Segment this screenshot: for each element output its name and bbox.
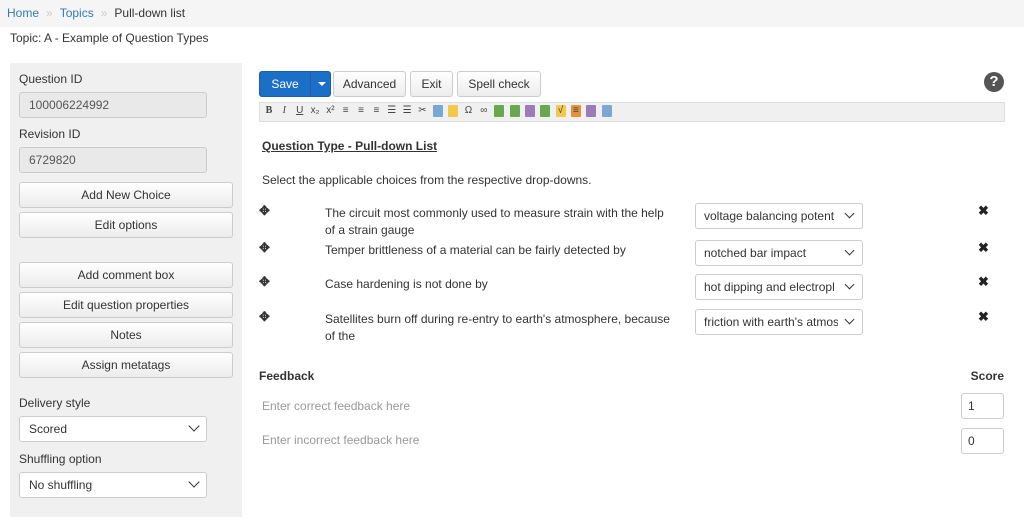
align-right-icon[interactable]: ≡ — [371, 105, 381, 117]
assign-metatags-button[interactable]: Assign metatags — [19, 352, 233, 378]
question-instruction: Select the applicable choices from the r… — [262, 173, 592, 187]
revision-id-label: Revision ID — [19, 127, 81, 141]
special-character-icon[interactable]: Ω — [463, 105, 473, 117]
paste-icon[interactable] — [448, 105, 459, 117]
choice-text: The circuit most commonly used to measur… — [325, 206, 664, 237]
chevron-down-icon — [188, 420, 200, 432]
caret-down-icon — [318, 82, 326, 86]
delete-choice-icon[interactable]: ✖ — [978, 203, 989, 219]
delete-choice-icon[interactable]: ✖ — [978, 309, 989, 325]
chevron-down-icon — [844, 245, 855, 256]
link-icon[interactable]: ∞ — [479, 105, 489, 117]
breadcrumb-home-link[interactable]: Home — [7, 6, 39, 20]
drag-handle-icon[interactable]: ✥ — [259, 309, 270, 325]
advanced-button[interactable]: Advanced — [333, 71, 406, 97]
breadcrumb-current: Pull-down list — [114, 6, 186, 20]
question-type-title: Question Type - Pull-down List — [262, 139, 438, 153]
image-icon[interactable] — [494, 105, 505, 117]
delivery-style-label: Delivery style — [19, 396, 91, 410]
superscript-icon[interactable]: x² — [325, 105, 335, 117]
media-icon[interactable] — [540, 105, 551, 117]
rich-text-toolbar: B I U x₂ x² ≡ ≡ ≡ ☰ ☰ ✂ Ω ∞ √ ≡ — [259, 102, 1005, 122]
fill-blank-icon[interactable]: ≡ — [570, 105, 581, 117]
breadcrumb-topics-link[interactable]: Topics — [60, 6, 94, 20]
insert-object-icon[interactable] — [586, 105, 597, 117]
equation-icon[interactable]: √ — [555, 105, 566, 117]
keyboard-icon[interactable] — [601, 105, 612, 117]
save-button-label: Save — [271, 77, 299, 91]
bold-icon[interactable]: B — [264, 105, 274, 117]
answer-dropdown[interactable]: voltage balancing potent — [695, 203, 863, 229]
question-id-label: Question ID — [19, 72, 83, 86]
correct-feedback-input[interactable]: Enter correct feedback here — [262, 399, 410, 413]
shuffling-option-value: No shuffling — [29, 478, 93, 492]
breadcrumb: Home » Topics » Pull-down list — [0, 0, 1024, 27]
drag-handle-icon[interactable]: ✥ — [259, 240, 270, 256]
help-icon[interactable]: ? — [984, 72, 1004, 92]
copy-icon[interactable] — [432, 105, 443, 117]
chevron-down-icon — [844, 208, 855, 219]
save-dropdown-toggle[interactable] — [310, 72, 331, 96]
edit-options-button[interactable]: Edit options — [19, 212, 233, 238]
chevron-down-icon — [844, 314, 855, 325]
incorrect-score-input[interactable]: 0 — [961, 428, 1004, 454]
cut-icon[interactable]: ✂ — [417, 105, 427, 117]
add-new-choice-button[interactable]: Add New Choice — [19, 182, 233, 208]
breadcrumb-separator: » — [46, 6, 53, 20]
table-icon[interactable] — [509, 105, 520, 117]
exit-button[interactable]: Exit — [410, 71, 453, 97]
delivery-style-select[interactable]: Scored — [19, 416, 207, 442]
drag-handle-icon[interactable]: ✥ — [259, 274, 270, 290]
choice-text: Case hardening is not done by — [325, 277, 488, 291]
shuffling-option-label: Shuffling option — [19, 452, 102, 466]
delete-choice-icon[interactable]: ✖ — [978, 274, 989, 290]
audio-icon[interactable] — [524, 105, 535, 117]
drag-handle-icon[interactable]: ✥ — [259, 203, 270, 219]
score-label: Score — [970, 369, 1004, 383]
answer-dropdown-value: friction with earth's atmos — [704, 315, 838, 329]
add-comment-box-button[interactable]: Add comment box — [19, 262, 233, 288]
italic-icon[interactable]: I — [279, 105, 289, 117]
breadcrumb-separator: » — [100, 6, 108, 20]
underline-icon[interactable]: U — [295, 105, 305, 117]
choice-text: Temper brittleness of a material can be … — [325, 243, 626, 257]
choice-text: Satellites burn off during re-entry to e… — [325, 312, 670, 343]
chevron-down-icon — [844, 279, 855, 290]
ordered-list-icon[interactable]: ☰ — [387, 105, 397, 117]
shuffling-option-select[interactable]: No shuffling — [19, 472, 207, 498]
answer-dropdown-value: notched bar impact — [704, 246, 807, 260]
save-button[interactable]: Save — [259, 71, 331, 97]
delete-choice-icon[interactable]: ✖ — [978, 240, 989, 256]
answer-dropdown[interactable]: friction with earth's atmos — [695, 309, 863, 335]
feedback-label: Feedback — [259, 369, 315, 383]
topic-title: Topic: A - Example of Question Types — [10, 31, 209, 45]
delivery-style-value: Scored — [29, 422, 68, 436]
incorrect-feedback-input[interactable]: Enter incorrect feedback here — [262, 433, 419, 447]
correct-score-input[interactable]: 1 — [961, 393, 1004, 419]
edit-question-properties-button[interactable]: Edit question properties — [19, 292, 233, 318]
question-id-field: 100006224992 — [19, 92, 207, 118]
align-left-icon[interactable]: ≡ — [341, 105, 351, 117]
question-properties-panel: Question ID 100006224992 Revision ID 672… — [10, 63, 242, 517]
align-center-icon[interactable]: ≡ — [356, 105, 366, 117]
spell-check-button[interactable]: Spell check — [457, 71, 541, 97]
unordered-list-icon[interactable]: ☰ — [402, 105, 412, 117]
chevron-down-icon — [188, 476, 200, 488]
answer-dropdown-value: hot dipping and electropl — [704, 280, 835, 294]
revision-id-field: 6729820 — [19, 147, 207, 173]
notes-button[interactable]: Notes — [19, 322, 233, 348]
answer-dropdown[interactable]: hot dipping and electropl — [695, 274, 863, 300]
answer-dropdown-value: voltage balancing potent — [704, 209, 835, 223]
subscript-icon[interactable]: x₂ — [310, 105, 320, 117]
answer-dropdown[interactable]: notched bar impact — [695, 240, 863, 266]
